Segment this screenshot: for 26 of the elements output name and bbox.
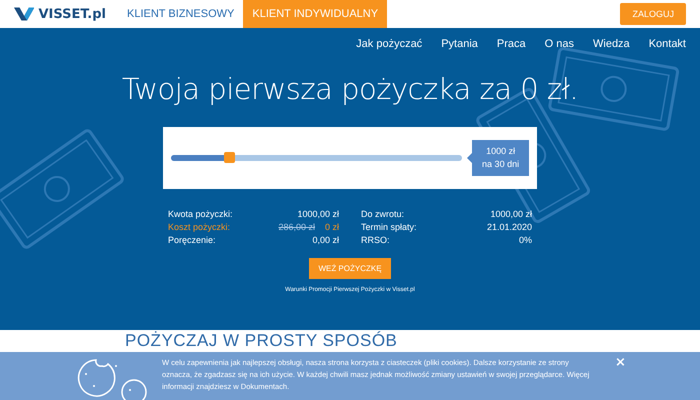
detail-value: 0,00 zł <box>312 235 339 245</box>
logo-icon <box>14 7 34 21</box>
detail-value: 0 zł <box>324 222 339 232</box>
detail-label: Do zwrotu: <box>361 209 404 221</box>
detail-value: 1000,00 zł <box>297 209 339 219</box>
nav-link[interactable]: Wiedza <box>593 38 630 50</box>
nav-link[interactable]: Kontakt <box>648 38 686 50</box>
detail-label: Poręczenie: <box>168 235 216 247</box>
detail-value: 1000,00 zł <box>490 209 532 221</box>
hero-title: Twoja pierwsza pożyczka za 0 zł. <box>120 72 580 106</box>
detail-label: RRSO: <box>361 235 390 247</box>
nav-link[interactable]: Pytania <box>441 38 478 50</box>
detail-label: Koszt pożyczki: <box>168 222 230 234</box>
nav-link[interactable]: O nas <box>544 38 574 50</box>
slider-thumb[interactable] <box>224 152 236 163</box>
detail-label: Kwota pożyczki: <box>168 209 233 221</box>
logo-text[interactable]: VISSET.pl <box>38 6 106 22</box>
amount-slider[interactable] <box>171 155 462 161</box>
nav-link[interactable]: Praca <box>496 38 526 50</box>
detail-value: 21.01.2020 <box>486 222 532 234</box>
old-price: 286,00 zł <box>278 222 315 232</box>
section-heading: POŻYCZAJ W PROSTY SPOSÓB <box>125 331 398 351</box>
detail-label: Termin spłaty: <box>361 222 417 234</box>
nav-link[interactable]: Jak pożyczać <box>356 38 422 50</box>
tooltip-pointer <box>467 153 472 163</box>
detail-value: 0% <box>518 235 532 247</box>
